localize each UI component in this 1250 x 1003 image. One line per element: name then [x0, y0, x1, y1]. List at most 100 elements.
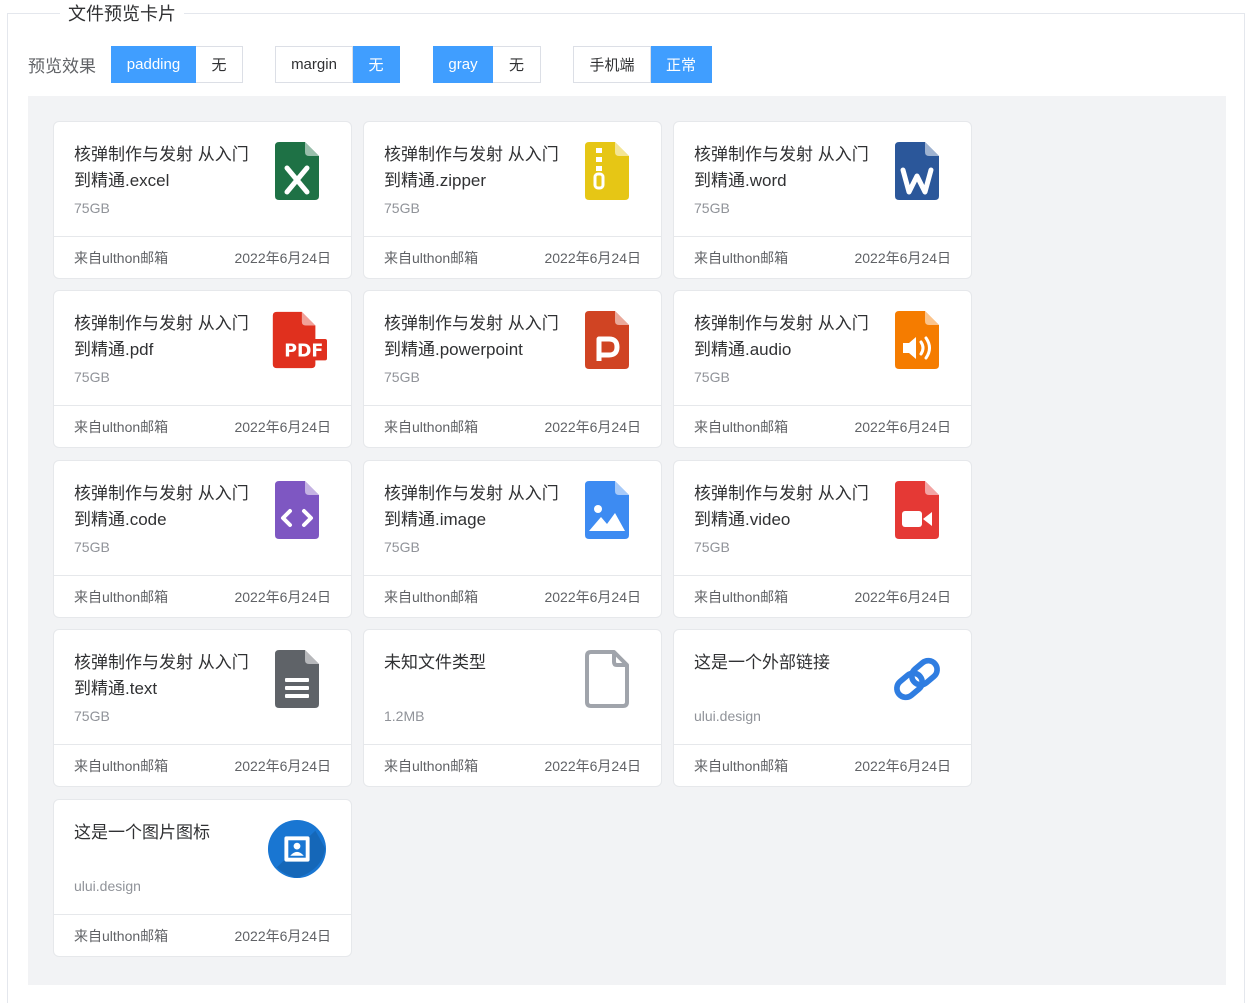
- card-footer: 来自ulthon邮箱 2022年6月24日: [674, 744, 971, 786]
- gray-on-button[interactable]: gray: [433, 46, 493, 83]
- card-footer: 来自ulthon邮箱 2022年6月24日: [674, 405, 971, 447]
- file-source: 来自ulthon邮箱: [74, 588, 169, 605]
- file-title: 未知文件类型: [384, 653, 486, 672]
- file-date: 2022年6月24日: [854, 249, 951, 266]
- card-footer: 来自ulthon邮箱 2022年6月24日: [54, 914, 351, 956]
- file-date: 2022年6月24日: [234, 757, 331, 774]
- card-footer: 来自ulthon邮箱 2022年6月24日: [674, 236, 971, 278]
- margin-on-button[interactable]: margin: [275, 46, 353, 83]
- card-footer: 来自ulthon邮箱 2022年6月24日: [364, 236, 661, 278]
- file-size: ului.design: [694, 708, 761, 724]
- file-source: 来自ulthon邮箱: [694, 249, 789, 266]
- zip-file-icon: [577, 139, 637, 203]
- file-source: 来自ulthon邮箱: [384, 249, 479, 266]
- file-size: 75GB: [74, 708, 110, 724]
- mobile-toggle-group: 手机端 正常: [573, 46, 712, 83]
- file-date: 2022年6月24日: [854, 757, 951, 774]
- file-size: 1.2MB: [384, 708, 425, 724]
- file-title: 核弹制作与发射 从入门到精通.powerpoint: [384, 314, 559, 359]
- file-date: 2022年6月24日: [854, 418, 951, 435]
- portrait-image-icon: [267, 817, 327, 881]
- gray-off-button[interactable]: 无: [493, 46, 541, 83]
- file-date: 2022年6月24日: [854, 588, 951, 605]
- file-source: 来自ulthon邮箱: [384, 418, 479, 435]
- file-card[interactable]: 这是一个图片图标 ului.design 来自ulthon邮箱 2022年6月24日: [53, 799, 352, 957]
- file-date: 2022年6月24日: [234, 418, 331, 435]
- file-card[interactable]: 未知文件类型 1.2MB 来自ulthon邮箱 2022年6月24日: [363, 629, 662, 787]
- file-title: 核弹制作与发射 从入门到精通.image: [384, 484, 559, 529]
- text-file-icon: [267, 647, 327, 711]
- file-size: 75GB: [694, 369, 730, 385]
- powerpoint-file-icon: [577, 308, 637, 372]
- image-file-icon: [577, 478, 637, 542]
- padding-toggle-group: padding 无: [111, 46, 243, 83]
- normal-button[interactable]: 正常: [651, 46, 712, 83]
- file-size: 75GB: [74, 539, 110, 555]
- card-footer: 来自ulthon邮箱 2022年6月24日: [674, 575, 971, 617]
- file-title: 核弹制作与发射 从入门到精通.word: [694, 145, 869, 190]
- preview-options-label: 预览效果: [28, 57, 96, 76]
- file-card[interactable]: 核弹制作与发射 从入门到精通.code 75GB 来自ulthon邮箱 2022年6月…: [53, 460, 352, 618]
- margin-off-button[interactable]: 无: [353, 46, 400, 83]
- file-title: 核弹制作与发射 从入门到精通.pdf: [74, 314, 249, 359]
- file-title: 核弹制作与发射 从入门到精通.excel: [74, 145, 249, 190]
- file-source: 来自ulthon邮箱: [384, 588, 479, 605]
- file-size: 75GB: [384, 369, 420, 385]
- card-footer: 来自ulthon邮箱 2022年6月24日: [54, 575, 351, 617]
- file-card[interactable]: 核弹制作与发射 从入门到精通.word 75GB 来自ulthon邮箱 2022年6月…: [673, 121, 972, 279]
- word-file-icon: [887, 139, 947, 203]
- file-source: 来自ulthon邮箱: [384, 757, 479, 774]
- card-footer: 来自ulthon邮箱 2022年6月24日: [54, 744, 351, 786]
- file-date: 2022年6月24日: [234, 927, 331, 944]
- file-title: 这是一个外部链接: [694, 653, 830, 672]
- file-card[interactable]: 这是一个外部链接 ului.design 来自ulthon邮箱 2022年6月24日: [673, 629, 972, 787]
- file-title: 核弹制作与发射 从入门到精通.text: [74, 653, 249, 698]
- file-size: 75GB: [74, 200, 110, 216]
- file-card[interactable]: 核弹制作与发射 从入门到精通.audio 75GB 来自ulthon邮箱 2022年6…: [673, 290, 972, 448]
- file-title: 这是一个图片图标: [74, 823, 210, 842]
- audio-file-icon: [887, 308, 947, 372]
- file-card[interactable]: 核弹制作与发射 从入门到精通.zipper 75GB 来自ulthon邮箱 2022年…: [363, 121, 662, 279]
- video-file-icon: [887, 478, 947, 542]
- file-source: 来自ulthon邮箱: [74, 757, 169, 774]
- gray-toggle-group: gray 无: [433, 46, 541, 83]
- file-size: ului.design: [74, 878, 141, 894]
- unknown-file-icon: [577, 647, 637, 711]
- file-card[interactable]: 核弹制作与发射 从入门到精通.image 75GB 来自ulthon邮箱 2022年6…: [363, 460, 662, 618]
- card-footer: 来自ulthon邮箱 2022年6月24日: [54, 405, 351, 447]
- file-date: 2022年6月24日: [544, 757, 641, 774]
- file-date: 2022年6月24日: [544, 418, 641, 435]
- file-title: 核弹制作与发射 从入门到精通.audio: [694, 314, 869, 359]
- mobile-button[interactable]: 手机端: [573, 46, 651, 83]
- card-footer: 来自ulthon邮箱 2022年6月24日: [364, 405, 661, 447]
- file-card[interactable]: 核弹制作与发射 从入门到精通.powerpoint 75GB 来自ulthon邮箱 2…: [363, 290, 662, 448]
- file-source: 来自ulthon邮箱: [74, 927, 169, 944]
- file-card[interactable]: 核弹制作与发射 从入门到精通.video 75GB 来自ulthon邮箱 2022年6…: [673, 460, 972, 618]
- card-footer: 来自ulthon邮箱 2022年6月24日: [364, 575, 661, 617]
- file-title: 核弹制作与发射 从入门到精通.code: [74, 484, 249, 529]
- padding-on-button[interactable]: padding: [111, 46, 196, 83]
- file-title: 核弹制作与发射 从入门到精通.video: [694, 484, 869, 529]
- file-date: 2022年6月24日: [544, 249, 641, 266]
- margin-toggle-group: margin 无: [275, 46, 400, 83]
- file-source: 来自ulthon邮箱: [74, 249, 169, 266]
- file-size: 75GB: [694, 539, 730, 555]
- file-card[interactable]: 核弹制作与发射 从入门到精通.excel 75GB 来自ulthon邮箱 2022年6…: [53, 121, 352, 279]
- file-size: 75GB: [74, 369, 110, 385]
- excel-file-icon: [267, 139, 327, 203]
- file-source: 来自ulthon邮箱: [694, 757, 789, 774]
- file-date: 2022年6月24日: [544, 588, 641, 605]
- pdf-file-icon: PDF: [267, 308, 327, 372]
- padding-off-button[interactable]: 无: [196, 46, 243, 83]
- file-size: 75GB: [694, 200, 730, 216]
- file-card[interactable]: 核弹制作与发射 从入门到精通.pdf 75GB PDF 来自ulthon邮箱 2022年…: [53, 290, 352, 448]
- file-size: 75GB: [384, 200, 420, 216]
- file-title: 核弹制作与发射 从入门到精通.zipper: [384, 145, 559, 190]
- svg-text:PDF: PDF: [284, 341, 323, 361]
- file-card[interactable]: 核弹制作与发射 从入门到精通.text 75GB 来自ulthon邮箱 2022年6月…: [53, 629, 352, 787]
- code-file-icon: [267, 478, 327, 542]
- link-icon: [887, 647, 947, 711]
- card-footer: 来自ulthon邮箱 2022年6月24日: [364, 744, 661, 786]
- file-date: 2022年6月24日: [234, 588, 331, 605]
- fieldset-legend: 文件预览卡片: [60, 4, 184, 24]
